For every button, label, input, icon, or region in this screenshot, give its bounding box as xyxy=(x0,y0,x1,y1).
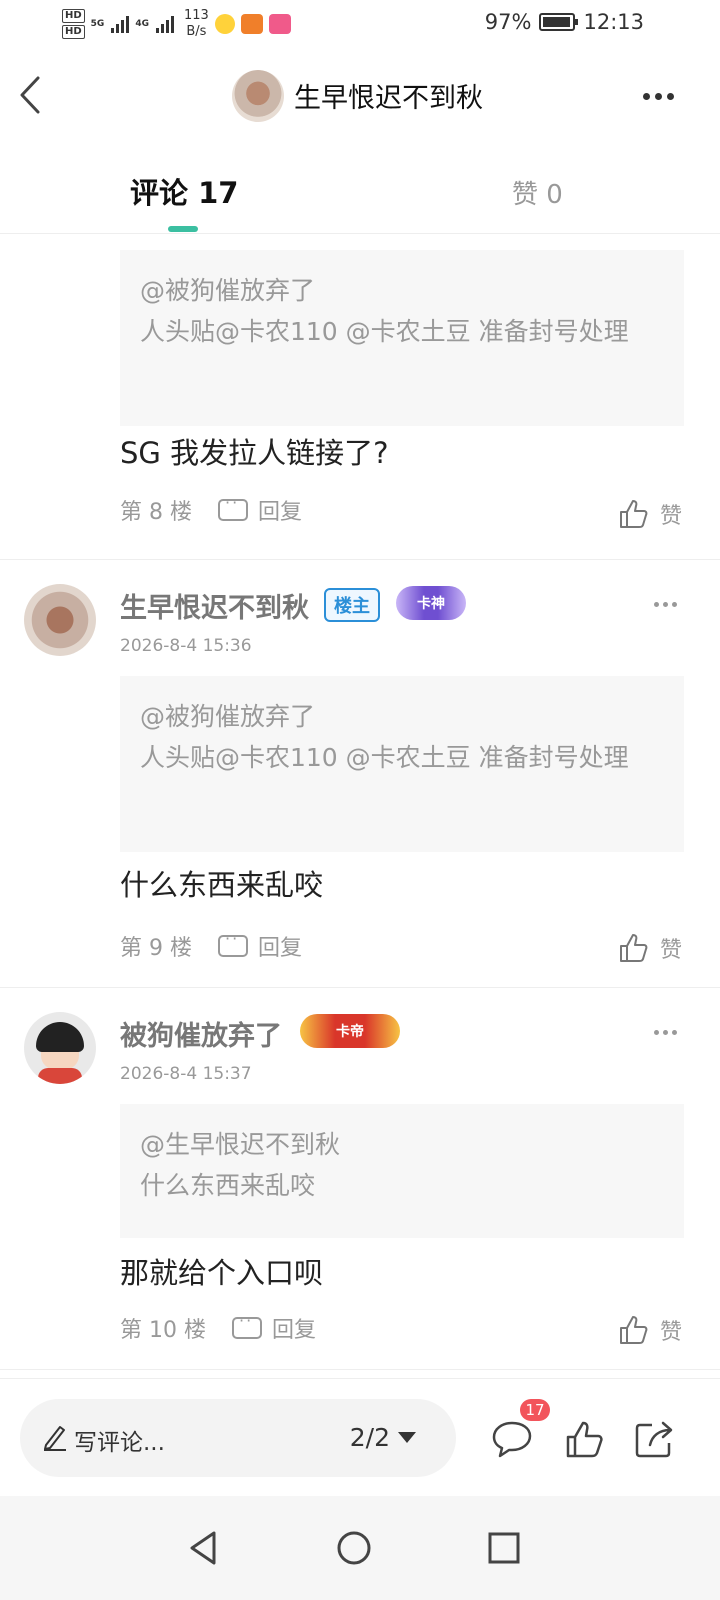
speed-unit: B/s xyxy=(186,24,207,39)
comment-bubble-icon xyxy=(492,1421,532,1458)
floor-number: 第 9 楼 xyxy=(120,936,192,961)
share-icon xyxy=(635,1421,673,1458)
comment-item: 被狗催放弃了 卡帝 2026-8-4 15:37 @生早恨迟不到秋 什么东西来乱… xyxy=(0,988,720,1370)
comment-input-placeholder: 写评论... xyxy=(74,1430,165,1456)
comment-item: @被狗催放弃了 人头贴@卡农110 @卡农土豆 准备封号处理 SG 我发拉人链接… xyxy=(0,234,720,560)
reply-icon xyxy=(218,493,248,521)
reply-button[interactable]: 回复 xyxy=(232,1311,317,1344)
tab-likes[interactable]: 赞 0 xyxy=(512,174,563,211)
quote-user: @被狗催放弃了 xyxy=(140,702,316,731)
level-badge: 卡帝 xyxy=(300,1014,400,1048)
reply-label: 回复 xyxy=(272,1318,317,1343)
comment-more-button[interactable] xyxy=(648,1022,682,1042)
reply-icon xyxy=(218,929,248,957)
signal-icon-2 xyxy=(155,15,174,33)
page-title: 生早恨迟不到秋 xyxy=(294,83,483,114)
comment-count-badge: 17 xyxy=(520,1399,550,1421)
quote-user: @生早恨迟不到秋 xyxy=(140,1130,341,1159)
nav-bar: 生早恨迟不到秋 xyxy=(0,48,720,144)
page-indicator: 2/2 xyxy=(349,1423,390,1452)
comment-input[interactable]: 写评论... 2/2 xyxy=(20,1399,456,1477)
notification-app-icon-3 xyxy=(268,14,291,34)
quoted-comment: @被狗催放弃了 人头贴@卡农110 @卡农土豆 准备封号处理 xyxy=(120,250,684,426)
like-post-button[interactable] xyxy=(562,1417,606,1461)
network-speed: 113 B/s xyxy=(184,8,209,40)
quote-user: @被狗催放弃了 xyxy=(140,276,316,305)
network-4g-label: 4G xyxy=(135,19,149,29)
hd-indicators: HD HD xyxy=(62,9,85,39)
comment-username[interactable]: 生早恨迟不到秋 xyxy=(120,586,309,625)
square-recents-icon xyxy=(488,1532,520,1564)
back-button[interactable] xyxy=(14,70,50,120)
page-selector[interactable]: 2/2 xyxy=(350,1423,416,1452)
circle-home-icon xyxy=(337,1531,371,1565)
floor-number: 第 10 楼 xyxy=(120,1318,206,1343)
comment-text: SG 我发拉人链接了? xyxy=(120,436,389,470)
reply-label: 回复 xyxy=(258,500,303,525)
comment-text: 什么东西来乱咬 xyxy=(120,868,324,902)
tab-comments[interactable]: 评论 17 xyxy=(130,170,238,212)
signal-icon xyxy=(111,15,130,33)
avatar[interactable] xyxy=(24,1012,96,1084)
comment-timestamp: 2026-8-4 15:36 xyxy=(120,636,252,656)
system-nav-bar xyxy=(0,1496,720,1600)
author-avatar[interactable] xyxy=(232,70,284,122)
notification-app-icon xyxy=(214,14,235,34)
like-label: 赞 xyxy=(659,504,682,529)
reply-label: 回复 xyxy=(258,936,303,961)
notification-app-icon-2 xyxy=(240,14,263,34)
quoted-comment: @被狗催放弃了 人头贴@卡农110 @卡农土豆 准备封号处理 xyxy=(120,676,684,852)
battery-percent: 97% xyxy=(484,10,532,34)
system-home-button[interactable] xyxy=(334,1528,374,1568)
comment-text: 那就给个入口呗 xyxy=(120,1256,324,1290)
thumbs-up-icon xyxy=(619,1316,648,1344)
comment-timestamp: 2026-8-4 15:37 xyxy=(120,1064,252,1084)
like-label: 赞 xyxy=(659,938,682,963)
bottom-action-bar: 写评论... 2/2 17 xyxy=(0,1378,720,1496)
floor-number: 第 8 楼 xyxy=(120,500,192,525)
quote-text: 人头贴@卡农110 @卡农土豆 准备封号处理 xyxy=(140,743,629,772)
network-5g-label: 5G xyxy=(90,19,105,29)
quoted-comment: @生早恨迟不到秋 什么东西来乱咬 xyxy=(120,1104,684,1238)
comments-button[interactable] xyxy=(490,1417,534,1461)
quote-text: 什么东西来乱咬 xyxy=(140,1171,316,1200)
like-button[interactable]: 赞 xyxy=(618,932,682,964)
tab-active-indicator xyxy=(168,226,198,232)
quote-text: 人头贴@卡农110 @卡农土豆 准备封号处理 xyxy=(140,317,629,346)
thumbs-up-icon xyxy=(566,1421,603,1458)
like-button[interactable]: 赞 xyxy=(618,498,682,530)
more-options-button[interactable] xyxy=(636,76,680,116)
comment-username[interactable]: 被狗催放弃了 xyxy=(120,1014,282,1053)
battery-icon xyxy=(539,13,579,31)
pencil-icon xyxy=(44,1426,66,1451)
status-bar: HD HD 5G 4G 113 B/s 97% 12:13 xyxy=(0,0,720,48)
hd-label-2: HD xyxy=(62,25,85,39)
reply-icon xyxy=(232,1311,262,1339)
avatar[interactable] xyxy=(24,584,96,656)
comment-item: 生早恨迟不到秋 楼主 卡神 2026-8-4 15:36 @被狗催放弃了 人头贴… xyxy=(0,560,720,988)
caret-down-icon xyxy=(398,1432,416,1443)
reply-button[interactable]: 回复 xyxy=(218,493,303,526)
reply-button[interactable]: 回复 xyxy=(218,929,303,962)
hd-label: HD xyxy=(62,9,85,23)
speed-value: 113 xyxy=(183,8,209,23)
clock: 12:13 xyxy=(583,10,644,34)
chevron-left-icon xyxy=(20,76,40,114)
like-label: 赞 xyxy=(659,1320,682,1345)
comment-more-button[interactable] xyxy=(648,594,682,614)
tab-bar: 评论 17 赞 0 xyxy=(0,144,720,234)
level-badge: 卡神 xyxy=(396,586,466,620)
system-recents-button[interactable] xyxy=(484,1528,524,1568)
triangle-back-icon xyxy=(190,1531,216,1565)
owner-tag: 楼主 xyxy=(324,588,380,622)
thumbs-up-icon xyxy=(619,500,648,528)
system-back-button[interactable] xyxy=(184,1528,224,1568)
like-button[interactable]: 赞 xyxy=(618,1314,682,1346)
share-button[interactable] xyxy=(632,1417,676,1461)
thumbs-up-icon xyxy=(619,934,648,962)
